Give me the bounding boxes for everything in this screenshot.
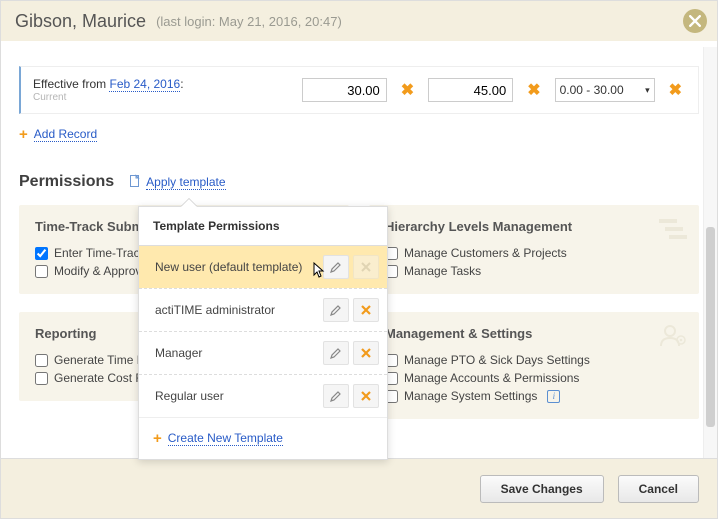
- create-template-link[interactable]: + Create New Template: [139, 417, 387, 459]
- delete-template-button[interactable]: [353, 384, 379, 408]
- perm-row: Manage Customers & Projects: [385, 244, 683, 262]
- checkbox-gen-time[interactable]: [35, 354, 48, 367]
- chevron-down-icon: ▾: [645, 85, 650, 96]
- modal-footer: Save Changes Cancel: [1, 458, 717, 518]
- perm-row: Manage Tasks: [385, 262, 683, 280]
- hierarchy-icon: [659, 217, 687, 244]
- save-button[interactable]: Save Changes: [480, 475, 604, 503]
- modal-window: Gibson, Maurice (last login: May 21, 201…: [0, 0, 718, 519]
- template-list: New user (default template) actiTIME adm…: [139, 245, 387, 417]
- modal-header: Gibson, Maurice (last login: May 21, 201…: [1, 1, 717, 41]
- user-name: Gibson, Maurice: [15, 11, 146, 32]
- x-icon: [360, 304, 372, 316]
- template-item-regular[interactable]: Regular user: [139, 374, 387, 417]
- permissions-heading: Permissions Apply template: [19, 173, 699, 191]
- pencil-icon: [330, 304, 342, 316]
- close-icon: [689, 15, 701, 27]
- x-icon: [360, 261, 372, 273]
- add-record-link[interactable]: + Add Record: [19, 126, 699, 143]
- template-item-new-user[interactable]: New user (default template): [139, 245, 387, 288]
- checkbox-gen-cost[interactable]: [35, 372, 48, 385]
- scrollbar-track[interactable]: [703, 47, 717, 458]
- plus-icon: +: [19, 126, 28, 143]
- effective-date-link[interactable]: Feb 24, 2016: [109, 77, 180, 92]
- perm-row: Manage System Settingsi: [385, 387, 683, 405]
- delete-template-button: [353, 255, 379, 279]
- pencil-icon: [330, 347, 342, 359]
- edit-template-button[interactable]: [323, 384, 349, 408]
- range-dropdown[interactable]: 0.00 - 30.00 ▾: [555, 78, 655, 102]
- user-gear-icon: [659, 324, 687, 351]
- apply-template-link[interactable]: Apply template: [146, 175, 225, 190]
- edit-template-button[interactable]: [323, 298, 349, 322]
- template-popover: Template Permissions New user (default t…: [138, 206, 388, 460]
- perm-row: Manage PTO & Sick Days Settings: [385, 351, 683, 369]
- delete-template-button[interactable]: [353, 341, 379, 365]
- edit-template-button[interactable]: [323, 255, 349, 279]
- plus-icon: +: [153, 430, 162, 447]
- last-login: (last login: May 21, 2016, 20:47): [156, 14, 342, 29]
- checkbox-modify[interactable]: [35, 265, 48, 278]
- card-title: Hierarchy Levels Management: [385, 219, 683, 234]
- info-icon[interactable]: i: [547, 390, 560, 403]
- perm-row: Manage Accounts & Permissions: [385, 369, 683, 387]
- x-icon: [360, 347, 372, 359]
- delete-template-button[interactable]: [353, 298, 379, 322]
- x-icon: [360, 390, 372, 402]
- pencil-icon: [330, 390, 342, 402]
- popover-arrow: [181, 199, 197, 207]
- current-label: Current: [33, 92, 184, 103]
- template-item-admin[interactable]: actiTIME administrator: [139, 288, 387, 331]
- rate-record: Effective from Feb 24, 2016: Current ✖ ✖…: [19, 66, 699, 114]
- rate1-input[interactable]: [302, 78, 387, 102]
- clear-rate2[interactable]: ✖: [523, 80, 544, 100]
- popover-title: Template Permissions: [139, 207, 387, 245]
- template-item-manager[interactable]: Manager: [139, 331, 387, 374]
- card-title: Management & Settings: [385, 326, 683, 341]
- checkbox-enter-tt[interactable]: [35, 247, 48, 260]
- pencil-icon: [330, 261, 342, 273]
- scrollbar-thumb[interactable]: [706, 227, 715, 427]
- card-hierarchy: Hierarchy Levels Management Manage Custo…: [369, 205, 699, 294]
- document-icon: [128, 174, 142, 191]
- clear-rate1[interactable]: ✖: [397, 80, 418, 100]
- effective-from-label: Effective from Feb 24, 2016:: [33, 77, 184, 91]
- card-management: Management & Settings Manage PTO & Sick …: [369, 312, 699, 419]
- clear-range[interactable]: ✖: [665, 80, 686, 100]
- close-button[interactable]: [683, 9, 707, 33]
- edit-template-button[interactable]: [323, 341, 349, 365]
- cancel-button[interactable]: Cancel: [618, 475, 699, 503]
- rate2-input[interactable]: [428, 78, 513, 102]
